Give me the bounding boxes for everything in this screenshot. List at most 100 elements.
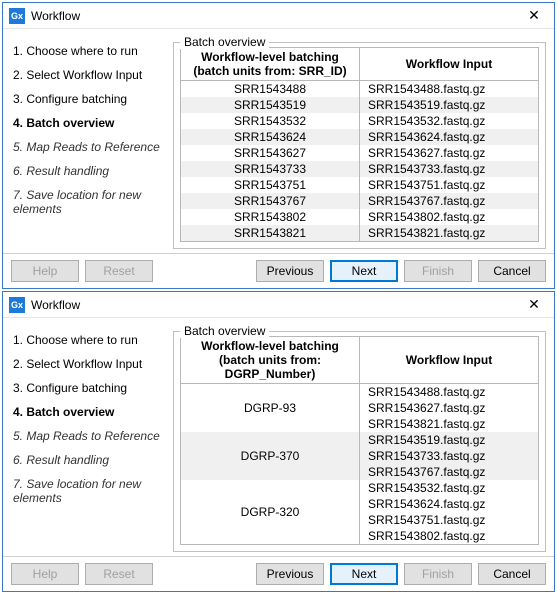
- table-row[interactable]: SRR1543624SRR1543624.fastq.gz: [181, 129, 538, 145]
- wizard-step: 7. Save location for new elements: [11, 472, 167, 510]
- previous-button[interactable]: Previous: [256, 563, 324, 585]
- batch-overview-group: Batch overviewWorkflow-level batching(ba…: [173, 331, 546, 552]
- cancel-button[interactable]: Cancel: [478, 563, 546, 585]
- input-cell: SRR1543488.fastq.gz: [360, 384, 539, 401]
- batch-cell: SRR1543733: [181, 161, 360, 177]
- wizard-step: 1. Choose where to run: [11, 39, 167, 63]
- input-cell: SRR1543627.fastq.gz: [360, 400, 539, 416]
- table-row[interactable]: DGRP-320SRR1543532.fastq.gz: [181, 480, 538, 496]
- batch-cell: SRR1543532: [181, 113, 360, 129]
- input-cell: SRR1543821.fastq.gz: [360, 225, 539, 241]
- input-cell: SRR1543751.fastq.gz: [360, 177, 539, 193]
- wizard-steps: 1. Choose where to run2. Select Workflow…: [11, 35, 167, 249]
- input-cell: SRR1543802.fastq.gz: [360, 209, 539, 225]
- previous-button[interactable]: Previous: [256, 260, 324, 282]
- next-button[interactable]: Next: [330, 563, 398, 585]
- app-icon: Gx: [9, 8, 25, 24]
- workflow-dialog: Gx Workflow✕ 1. Choose where to run2. Sele…: [2, 2, 555, 289]
- input-cell: SRR1543767.fastq.gz: [360, 193, 539, 209]
- batch-cell: SRR1543767: [181, 193, 360, 209]
- column-header-input[interactable]: Workflow Input: [360, 337, 539, 384]
- button-row: Help Reset Previous Next Finish Cancel: [3, 253, 554, 288]
- batch-cell: SRR1543751: [181, 177, 360, 193]
- batch-cell: DGRP-370: [181, 432, 360, 480]
- wizard-step: 3. Configure batching: [11, 87, 167, 111]
- wizard-step: 6. Result handling: [11, 448, 167, 472]
- table-row[interactable]: SRR1543751SRR1543751.fastq.gz: [181, 177, 538, 193]
- wizard-step: 5. Map Reads to Reference: [11, 135, 167, 159]
- table-row[interactable]: DGRP-93SRR1543488.fastq.gz: [181, 384, 538, 401]
- batch-cell: SRR1543627: [181, 145, 360, 161]
- window-title: Workflow: [31, 298, 514, 312]
- input-cell: SRR1543624.fastq.gz: [360, 496, 539, 512]
- batch-overview-panel: Batch overviewWorkflow-level batching(ba…: [173, 324, 546, 552]
- titlebar: Gx Workflow✕: [3, 292, 554, 318]
- wizard-steps: 1. Choose where to run2. Select Workflow…: [11, 324, 167, 552]
- table-row[interactable]: SRR1543733SRR1543733.fastq.gz: [181, 161, 538, 177]
- table-row[interactable]: SRR1543802SRR1543802.fastq.gz: [181, 209, 538, 225]
- spacer: [159, 563, 250, 585]
- wizard-step: 1. Choose where to run: [11, 328, 167, 352]
- app-icon: Gx: [9, 297, 25, 313]
- batch-table: Workflow-level batching(batch units from…: [180, 336, 539, 545]
- batch-table: Workflow-level batching(batch units from…: [180, 47, 539, 242]
- spacer: [159, 260, 250, 282]
- titlebar: Gx Workflow✕: [3, 3, 554, 29]
- input-cell: SRR1543532.fastq.gz: [360, 113, 539, 129]
- table-row[interactable]: SRR1543488SRR1543488.fastq.gz: [181, 81, 538, 98]
- batch-cell: DGRP-93: [181, 384, 360, 433]
- wizard-step: 4. Batch overview: [11, 111, 167, 135]
- close-icon[interactable]: ✕: [514, 292, 554, 318]
- finish-button[interactable]: Finish: [404, 260, 472, 282]
- batch-cell: DGRP-320: [181, 480, 360, 544]
- workflow-dialog: Gx Workflow✕ 1. Choose where to run2. Sele…: [2, 291, 555, 592]
- finish-button[interactable]: Finish: [404, 563, 472, 585]
- table-row[interactable]: DGRP-370SRR1543519.fastq.gz: [181, 432, 538, 448]
- wizard-step: 5. Map Reads to Reference: [11, 424, 167, 448]
- batch-cell: SRR1543821: [181, 225, 360, 241]
- input-cell: SRR1543519.fastq.gz: [360, 97, 539, 113]
- input-cell: SRR1543751.fastq.gz: [360, 512, 539, 528]
- column-header-batching[interactable]: Workflow-level batching(batch units from…: [181, 48, 360, 81]
- group-label: Batch overview: [180, 35, 269, 49]
- batch-cell: SRR1543624: [181, 129, 360, 145]
- input-cell: SRR1543767.fastq.gz: [360, 464, 539, 480]
- input-cell: SRR1543733.fastq.gz: [360, 161, 539, 177]
- table-row[interactable]: SRR1543767SRR1543767.fastq.gz: [181, 193, 538, 209]
- window-title: Workflow: [31, 9, 514, 23]
- help-button[interactable]: Help: [11, 563, 79, 585]
- wizard-step: 4. Batch overview: [11, 400, 167, 424]
- button-row: Help Reset Previous Next Finish Cancel: [3, 556, 554, 591]
- wizard-step: 6. Result handling: [11, 159, 167, 183]
- input-cell: SRR1543488.fastq.gz: [360, 81, 539, 98]
- group-label: Batch overview: [180, 324, 269, 338]
- input-cell: SRR1543802.fastq.gz: [360, 528, 539, 544]
- input-cell: SRR1543733.fastq.gz: [360, 448, 539, 464]
- cancel-button[interactable]: Cancel: [478, 260, 546, 282]
- reset-button[interactable]: Reset: [85, 260, 153, 282]
- input-cell: SRR1543627.fastq.gz: [360, 145, 539, 161]
- column-header-batching[interactable]: Workflow-level batching(batch units from…: [181, 337, 360, 384]
- input-cell: SRR1543532.fastq.gz: [360, 480, 539, 496]
- dialog-body: 1. Choose where to run2. Select Workflow…: [3, 318, 554, 556]
- table-row[interactable]: SRR1543821SRR1543821.fastq.gz: [181, 225, 538, 241]
- batch-overview-group: Batch overviewWorkflow-level batching(ba…: [173, 42, 546, 249]
- reset-button[interactable]: Reset: [85, 563, 153, 585]
- table-row[interactable]: SRR1543519SRR1543519.fastq.gz: [181, 97, 538, 113]
- wizard-step: 2. Select Workflow Input: [11, 352, 167, 376]
- batch-cell: SRR1543519: [181, 97, 360, 113]
- dialog-body: 1. Choose where to run2. Select Workflow…: [3, 29, 554, 253]
- wizard-step: 7. Save location for new elements: [11, 183, 167, 221]
- next-button[interactable]: Next: [330, 260, 398, 282]
- input-cell: SRR1543821.fastq.gz: [360, 416, 539, 432]
- column-header-input[interactable]: Workflow Input: [360, 48, 539, 81]
- wizard-step: 3. Configure batching: [11, 376, 167, 400]
- close-icon[interactable]: ✕: [514, 3, 554, 29]
- table-row[interactable]: SRR1543532SRR1543532.fastq.gz: [181, 113, 538, 129]
- input-cell: SRR1543624.fastq.gz: [360, 129, 539, 145]
- batch-overview-panel: Batch overviewWorkflow-level batching(ba…: [173, 35, 546, 249]
- table-row[interactable]: SRR1543627SRR1543627.fastq.gz: [181, 145, 538, 161]
- help-button[interactable]: Help: [11, 260, 79, 282]
- input-cell: SRR1543519.fastq.gz: [360, 432, 539, 448]
- wizard-step: 2. Select Workflow Input: [11, 63, 167, 87]
